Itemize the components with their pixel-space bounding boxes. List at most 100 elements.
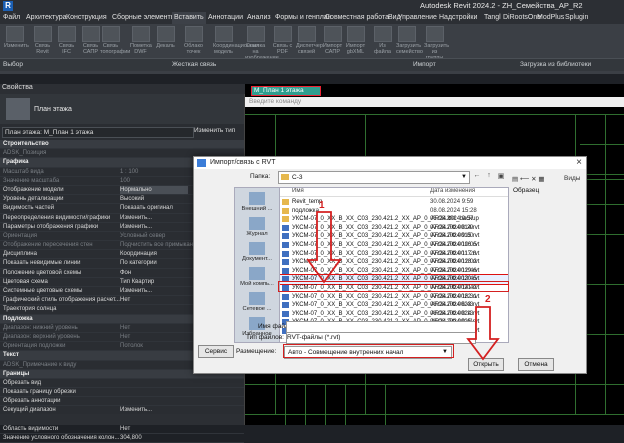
tab-8[interactable]: Совместная работа (325, 14, 389, 21)
file-date: 05.08.2024 9:57 (430, 216, 474, 223)
tab-2[interactable]: Конструкция (66, 14, 107, 21)
group-select[interactable]: Выбор (3, 61, 23, 68)
property-row[interactable]: Значение условного обозначения колон... 3… (0, 434, 244, 443)
property-key: Значение масштаба (3, 177, 60, 184)
ribbon-button-label: Облако точек (184, 43, 203, 55)
ribbon-button-6[interactable]: Декаль (155, 26, 176, 49)
property-value[interactable]: 304,800 (120, 434, 142, 442)
property-value[interactable]: Высокий (120, 195, 144, 203)
ribbon-tool-icon (214, 26, 233, 42)
type-selector[interactable]: План этажа (0, 94, 244, 124)
ribbon-button-7[interactable]: Облако точек (183, 26, 204, 55)
folder-select[interactable]: С-3 ▼ (278, 171, 470, 184)
cancel-button[interactable]: Отмена (518, 358, 554, 371)
tab-4[interactable]: Вставить (172, 12, 206, 24)
ribbon-button-3[interactable]: Связь САПР (80, 26, 101, 55)
tab-10[interactable]: Управление (398, 14, 437, 21)
ribbon-button-15[interactable]: Загрузить семейство (396, 26, 423, 55)
tab-15[interactable]: Splugin (565, 14, 588, 21)
property-key: Подложка (3, 315, 33, 322)
file-row[interactable]: УКСМ-07_0_XX_B_XX_C03_230.421.2_XX_AP_0_… (280, 293, 508, 301)
column-name[interactable]: Имя (292, 188, 304, 194)
place-item[interactable]: Документ... (235, 242, 279, 262)
property-value[interactable]: По категории (120, 259, 157, 267)
drawing-line (245, 114, 624, 115)
filetype-select[interactable]: RVT-файлы (*.rvt) (286, 332, 476, 344)
tab-13[interactable]: DiRootsOne (503, 14, 541, 21)
file-date: 07.08.2024 12:02 (430, 259, 477, 266)
property-value[interactable]: Нет (120, 425, 130, 433)
ribbon-button-0[interactable]: Изменить (4, 26, 29, 49)
property-value[interactable]: Координация (120, 250, 157, 258)
place-item[interactable]: Внешний ... (235, 192, 279, 212)
ribbon-button-2[interactable]: Связь IFC (56, 26, 77, 55)
ribbon-button-16[interactable]: Загрузить из группы (424, 26, 449, 61)
view-selector-row: План этажа: М_План 1 этажа Изменить тип (0, 126, 244, 138)
group-link: Жесткая связь (172, 61, 217, 68)
tab-11[interactable]: Надстройки (439, 14, 477, 21)
ribbon-button-1[interactable]: Связь Revit (32, 26, 53, 55)
tab-12[interactable]: Tangl (484, 14, 501, 21)
tab-1[interactable]: Архитектура (26, 14, 67, 21)
column-date[interactable]: Дата изменения (430, 188, 475, 194)
ribbon-button-8[interactable]: Координационная модель (213, 26, 259, 55)
ribbon-button-12[interactable]: Импорт САПР (322, 26, 343, 55)
preview-tool-icons[interactable]: ▤ ⟵ ✕ ▦ (512, 175, 544, 183)
views-menu[interactable]: Виды (564, 175, 580, 182)
place-icon (249, 217, 265, 230)
ribbon-button-5[interactable]: Пометка DWF (130, 26, 152, 55)
property-value[interactable]: Изменить... (120, 214, 152, 222)
folder-icon (282, 199, 289, 205)
ribbon-button-11[interactable]: Диспетчер связей (296, 26, 323, 55)
property-value: 100 (120, 177, 131, 184)
property-key: Показать границу обрезки (3, 389, 76, 396)
place-item[interactable]: Журнал (235, 217, 279, 237)
property-value[interactable]: Изменить... (120, 287, 152, 295)
property-value[interactable]: Нормально (120, 185, 188, 195)
rvt-file-icon (282, 259, 289, 266)
place-item[interactable]: Мой компь... (235, 267, 279, 287)
property-value[interactable]: Показать оригинал (120, 204, 173, 212)
property-row[interactable]: Область видимости Нет (0, 425, 244, 434)
ribbon-button-10[interactable]: Связь с PDF (272, 26, 293, 55)
type-name: План этажа (34, 106, 72, 113)
ribbon-button-14[interactable]: Из файла (372, 26, 393, 55)
property-row[interactable]: Показать границу обрезки (0, 388, 244, 398)
property-value[interactable]: Изменить... (120, 223, 152, 231)
tab-5[interactable]: Аннотации (208, 14, 243, 21)
tab-3[interactable]: Сборные элементы (112, 14, 176, 21)
ribbon-button-label: Связь САПР (82, 43, 99, 55)
annotation-number-2: 2 (485, 294, 491, 305)
property-value[interactable]: Нет (120, 296, 130, 304)
edit-type-button[interactable]: Изменить тип (194, 127, 242, 137)
property-row[interactable]: Обрезать вид (0, 379, 244, 389)
drawing-line (285, 384, 286, 425)
back-icon[interactable]: ← (472, 172, 482, 181)
tab-7[interactable]: Формы и генплан (275, 14, 332, 21)
tab-6[interactable]: Анализ (247, 14, 271, 21)
preview-label: Образец (513, 187, 540, 194)
ribbon-tool-icon (184, 26, 203, 42)
ribbon-button-9[interactable]: Ссылка на изображение (245, 26, 279, 61)
property-value[interactable]: Фон (120, 269, 131, 277)
view-instance-select[interactable]: План этажа: М_План 1 этажа (2, 127, 194, 138)
up-folder-icon[interactable]: ↑ (484, 172, 494, 181)
place-item[interactable]: Сетевое ... (235, 292, 279, 312)
property-key: ADSK_Позиция (3, 150, 47, 157)
tab-14[interactable]: ModPlus (537, 14, 564, 21)
view-tab[interactable]: М_План 1 этажа (251, 86, 321, 96)
property-row[interactable]: Строительство (0, 140, 244, 150)
property-row[interactable]: Обрезать аннотации (0, 397, 244, 407)
ribbon-button-4[interactable]: Связь топографии (100, 26, 130, 55)
ribbon-button-13[interactable]: Импорт gbXML (345, 26, 366, 55)
folder-icon (282, 207, 289, 214)
tab-0[interactable]: Файл (3, 14, 20, 21)
revit-logo-icon[interactable]: R (3, 1, 13, 11)
close-icon[interactable]: × (576, 157, 582, 168)
new-folder-icon[interactable]: ▣ (496, 172, 506, 181)
drawing-line (245, 414, 624, 415)
command-input[interactable]: Введите команду (245, 97, 624, 107)
file-row[interactable]: Revit_temp 30.08.2024 9:59 (280, 198, 508, 206)
service-button[interactable]: Сервис (198, 345, 234, 358)
property-value[interactable]: Тип Квартир (120, 278, 154, 286)
